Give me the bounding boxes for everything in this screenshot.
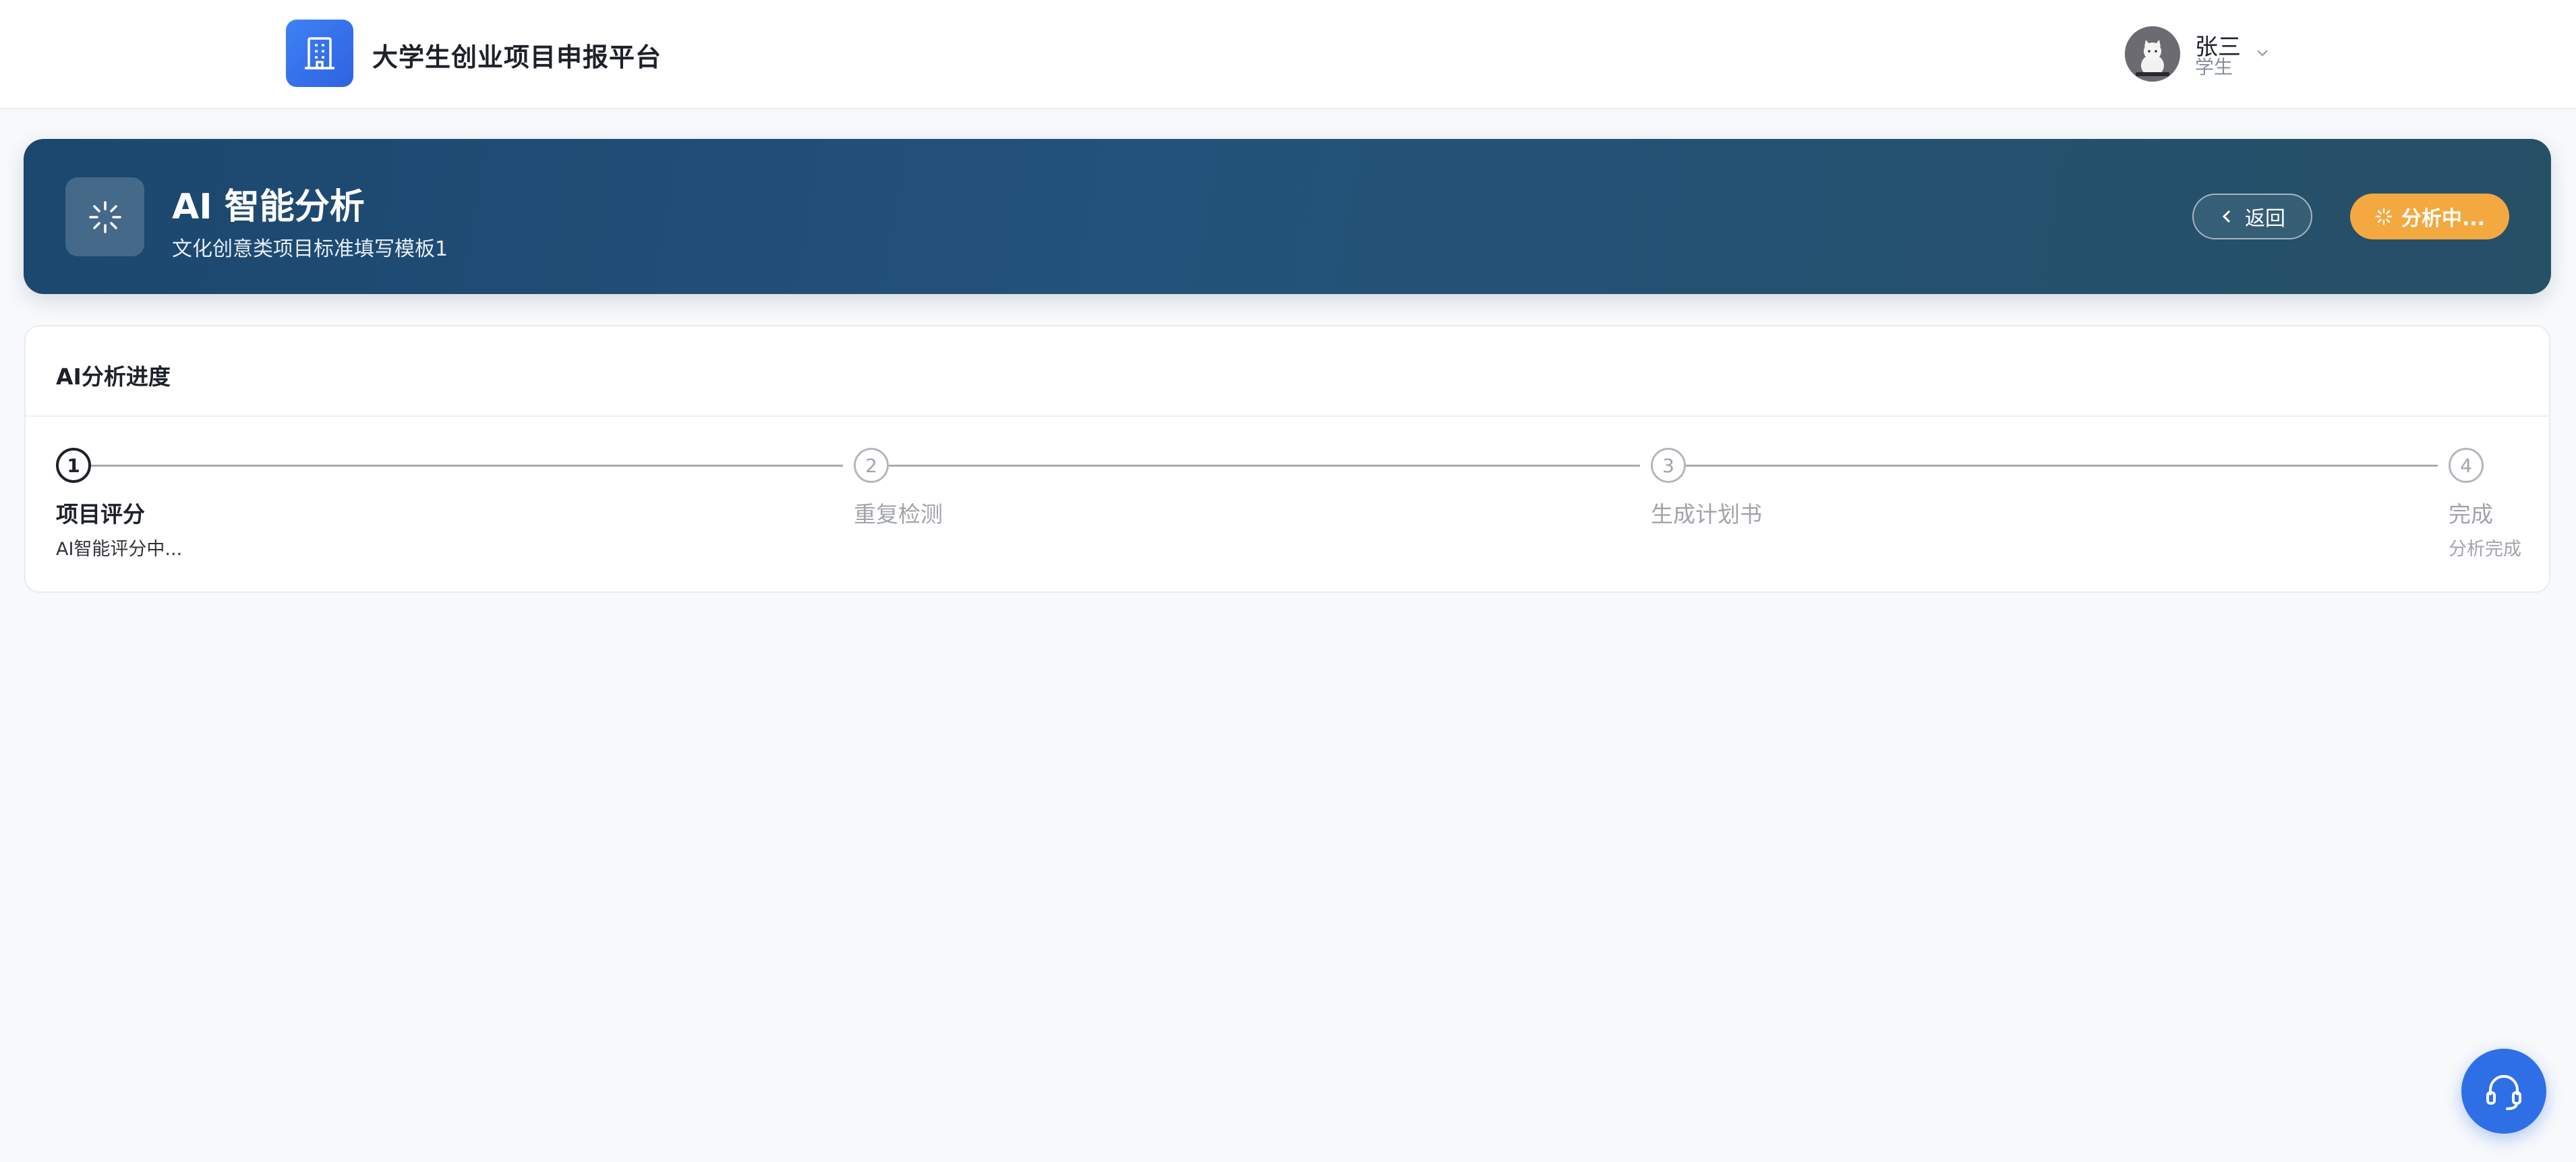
analysis-progress-card: AI分析进度 1 项目评分 AI智能评分中... 2 重复检测 3 生成计划书 …	[24, 325, 2550, 593]
analyzing-status-label: 分析中...	[2401, 207, 2486, 231]
template-name: 文化创意类项目标准填写模板1	[172, 237, 448, 261]
analyzing-status-button[interactable]: 分析中...	[2350, 194, 2509, 239]
top-navbar: 大学生创业项目申报平台 张三 学生	[0, 0, 2576, 109]
step-3-indicator: 3	[1651, 448, 1686, 483]
back-button[interactable]: 返回	[2192, 194, 2312, 239]
step-3-label: 生成计划书	[1651, 501, 1762, 527]
chevron-down-icon[interactable]	[2254, 45, 2271, 65]
step-1-description: AI智能评分中...	[56, 539, 183, 560]
analysis-banner: AI 智能分析 文化创意类项目标准填写模板1 返回 分析中...	[24, 139, 2551, 294]
page-title: AI 智能分析	[172, 187, 365, 227]
step-2-label: 重复检测	[854, 501, 943, 527]
chevron-left-icon	[2222, 210, 2231, 223]
step-1-indicator: 1	[56, 448, 91, 483]
step-4-label: 完成	[2449, 501, 2493, 527]
step-connector	[1686, 465, 2438, 467]
back-button-label: 返回	[2245, 207, 2285, 231]
divider	[26, 415, 2549, 417]
customer-service-button[interactable]	[2461, 1049, 2546, 1134]
loading-spinner-icon	[2375, 208, 2393, 225]
step-4-indicator: 4	[2449, 448, 2484, 483]
avatar[interactable]	[2125, 26, 2180, 82]
building-icon[interactable]	[286, 20, 353, 87]
progress-title: AI分析进度	[56, 364, 171, 390]
loading-spinner-icon	[65, 177, 144, 256]
step-1-label: 项目评分	[56, 501, 145, 527]
app-title[interactable]: 大学生创业项目申报平台	[372, 36, 662, 74]
step-2-indicator: 2	[854, 448, 889, 483]
step-connector	[91, 465, 843, 467]
step-4-description: 分析完成	[2449, 539, 2521, 560]
headset-icon	[2486, 1075, 2521, 1110]
step-connector	[889, 465, 1640, 467]
user-role: 学生	[2195, 56, 2233, 78]
